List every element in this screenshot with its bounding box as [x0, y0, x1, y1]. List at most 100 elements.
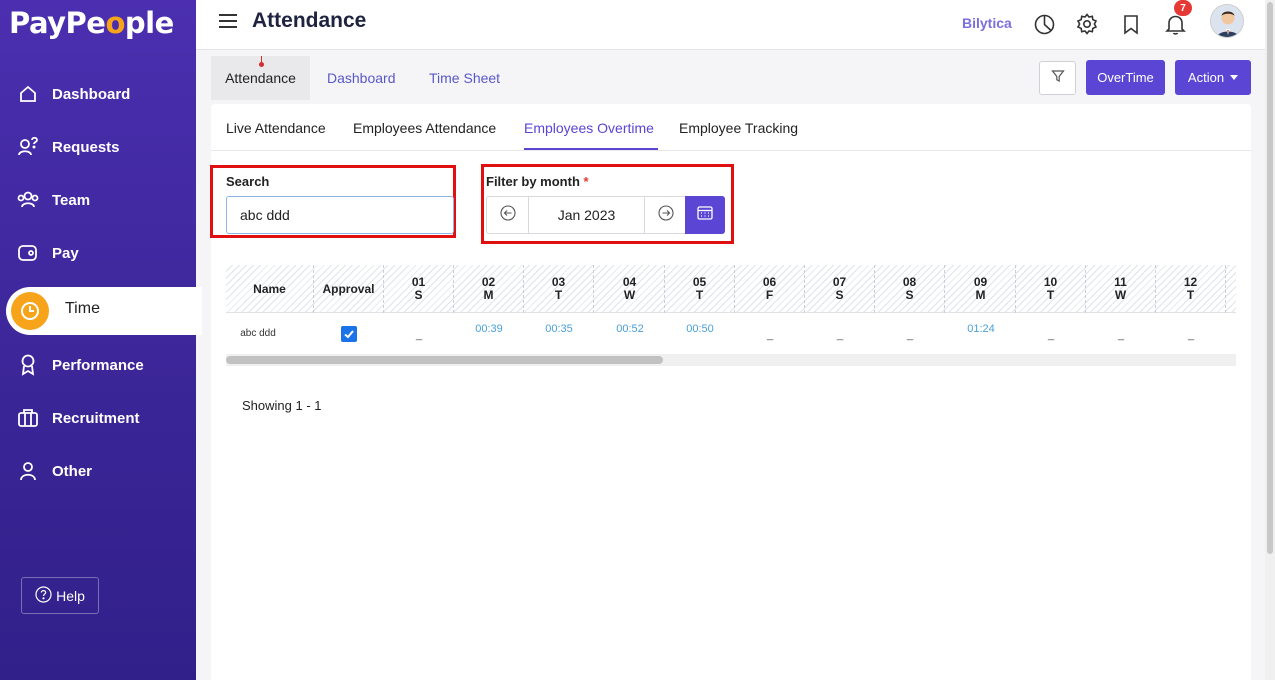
column-header-day: 08 S	[875, 265, 945, 313]
briefcase-icon	[17, 407, 39, 429]
subtab-label: Employees Attendance	[353, 120, 497, 136]
calendar-button[interactable]	[685, 196, 725, 234]
sidebar-item-pay[interactable]: Pay	[0, 233, 196, 273]
subtab-label: Employees Overtime	[524, 120, 654, 136]
weekday-letter: T	[1186, 288, 1195, 302]
sidebar-item-team[interactable]: Team	[0, 180, 196, 220]
weekday-letter: T	[554, 288, 563, 302]
company-name[interactable]: Bilytica	[962, 15, 1012, 31]
weekday-letter: T	[1046, 288, 1055, 302]
approval-cell	[314, 314, 384, 354]
page-title: Attendance	[252, 9, 367, 32]
tab-dashboard[interactable]: Dashboard	[327, 56, 396, 100]
approval-checkbox[interactable]	[341, 326, 357, 342]
tab-attendance[interactable]: Attendance	[211, 56, 310, 100]
subtab-live-attendance[interactable]: Live Attendance	[226, 120, 326, 136]
overtime-cell[interactable]: 01:24	[946, 309, 1016, 349]
header-label: Name	[253, 281, 286, 296]
menu-toggle-icon[interactable]	[219, 14, 237, 32]
paypeople-logo[interactable]: PayPeople	[9, 6, 174, 40]
sidebar: PayPeople Dashboard Requests Team Pay Pe…	[0, 0, 196, 680]
weekday-letter: W	[623, 288, 636, 302]
sidebar-item-requests[interactable]: Requests	[0, 127, 196, 167]
clock-icon	[11, 292, 49, 330]
month-picker: Jan 2023	[486, 196, 725, 234]
search-label: Search	[226, 174, 270, 189]
weekday-letter: M	[975, 288, 986, 302]
help-button[interactable]: Help	[21, 577, 99, 614]
column-header-name: Name	[226, 265, 314, 313]
pie-chart-icon[interactable]	[1032, 12, 1056, 36]
sidebar-item-dashboard[interactable]: Dashboard	[0, 74, 196, 114]
previous-month-button[interactable]	[487, 197, 529, 233]
user-icon	[17, 460, 39, 482]
empty-day-cell: _	[766, 329, 774, 341]
overtime-button[interactable]: OverTime	[1086, 60, 1165, 95]
empty-day-cell: _	[1117, 329, 1125, 341]
header-label: Approval	[322, 281, 375, 296]
sidebar-item-label: Time	[65, 300, 100, 317]
table-header: Name Approval 01 S 02 M 03 T 04 W 05 T 06 F 07 S 08 S 09…	[226, 265, 1236, 313]
sidebar-item-performance[interactable]: Performance	[0, 345, 196, 385]
tab-label: Dashboard	[327, 70, 396, 86]
gear-icon[interactable]	[1075, 12, 1099, 36]
pay-icon	[17, 242, 39, 264]
scrollbar-thumb[interactable]	[226, 356, 663, 364]
selected-month[interactable]: Jan 2023	[529, 197, 644, 233]
column-header-day: 10 T	[1016, 265, 1086, 313]
calendar-icon	[697, 205, 713, 225]
sidebar-item-recruitment[interactable]: Recruitment	[0, 398, 196, 438]
overtime-cell[interactable]: 00:35	[524, 309, 594, 349]
avatar[interactable]	[1210, 4, 1244, 38]
weekday-letter: T	[695, 288, 704, 302]
table-row[interactable]: abc ddd _ 00:39 00:35 00:52 00:50 _ _ _ 01:24 _ _ _	[226, 313, 1236, 353]
column-header-day: 02 M	[454, 265, 524, 313]
subtab-employees-overtime[interactable]: Employees Overtime	[524, 120, 654, 136]
filter-icon	[1050, 69, 1065, 88]
month-filter-label-text: Filter by month	[486, 174, 580, 189]
required-mark: *	[583, 174, 589, 189]
column-header-day: 05 T	[665, 265, 735, 313]
weekday-letter: S	[905, 288, 914, 302]
subtab-employees-attendance[interactable]: Employees Attendance	[353, 120, 496, 136]
requests-icon	[17, 136, 39, 158]
logo-text-o: o	[105, 6, 125, 40]
award-icon	[17, 354, 39, 376]
overtime-cell[interactable]: 00:39	[454, 309, 524, 349]
tab-label: Time Sheet	[429, 70, 501, 86]
column-header-day: 07 S	[805, 265, 875, 313]
tab-time-sheet[interactable]: Time Sheet	[429, 56, 500, 100]
overtime-label: OverTime	[1097, 70, 1154, 85]
weekday-letter: S	[414, 288, 423, 302]
empty-day-cell: _	[1047, 329, 1055, 341]
sidebar-item-label: Team	[52, 191, 91, 209]
pagination-summary: Showing 1 - 1	[242, 398, 322, 413]
column-header-day: 01 S	[384, 265, 454, 313]
column-header-day: 03 T	[524, 265, 594, 313]
overtime-table: Name Approval 01 S 02 M 03 T 04 W 05 T 06 F 07 S 08 S 09…	[226, 265, 1236, 367]
overtime-cell[interactable]: 00:52	[595, 309, 665, 349]
weekday-letter: F	[765, 288, 774, 302]
weekday-letter: W	[1114, 288, 1127, 302]
search-input[interactable]	[226, 196, 454, 234]
active-tab-indicator	[524, 148, 658, 150]
help-label: Help	[56, 587, 85, 604]
next-month-button[interactable]	[644, 197, 686, 233]
column-header-day: 06 F	[735, 265, 805, 313]
sidebar-item-label: Pay	[52, 244, 79, 262]
filter-button[interactable]	[1039, 61, 1076, 95]
page-scrollbar[interactable]	[1265, 0, 1275, 680]
column-header-day: 04 W	[595, 265, 665, 313]
sidebar-item-label: Dashboard	[52, 85, 131, 103]
sidebar-item-other[interactable]: Other	[0, 451, 196, 491]
weekday-letter: S	[835, 288, 844, 302]
table-horizontal-scrollbar[interactable]	[226, 354, 1236, 366]
action-dropdown-button[interactable]: Action	[1175, 60, 1251, 95]
tab-label: Attendance	[225, 70, 296, 86]
logo-text-end: ple	[124, 6, 174, 40]
sidebar-item-label: Requests	[52, 138, 120, 156]
overtime-cell[interactable]: 00:50	[665, 309, 735, 349]
bookmark-icon[interactable]	[1119, 12, 1143, 36]
subtab-employee-tracking[interactable]: Employee Tracking	[679, 120, 798, 136]
sub-tab-bar: Live Attendance Employees Attendance Emp…	[211, 104, 1251, 151]
